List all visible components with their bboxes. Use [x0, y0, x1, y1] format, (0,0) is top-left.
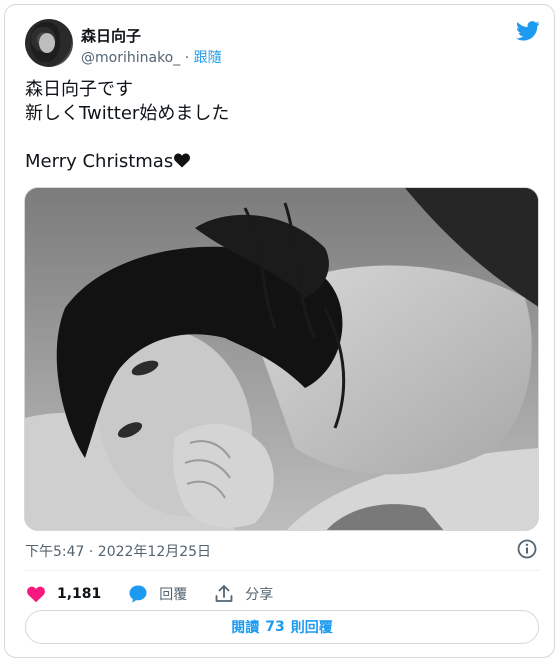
heart-icon: [27, 586, 45, 603]
tweet-card: 森日向子 @morihinako_ · 跟隨 森日向子です 新しくTwitter…: [4, 4, 555, 658]
follow-link[interactable]: 跟隨: [194, 50, 222, 66]
user-display-name[interactable]: 森日向子: [81, 25, 141, 46]
info-icon[interactable]: [516, 538, 538, 560]
read-replies-prefix: 閱讀: [231, 620, 260, 636]
tweet-photo[interactable]: [24, 187, 539, 531]
read-replies-button[interactable]: 閱讀 73 則回覆: [25, 610, 539, 644]
black-heart-icon: [174, 153, 191, 168]
reply-count: 73: [265, 619, 285, 635]
like-button[interactable]: 1,181: [25, 583, 101, 605]
like-count: 1,181: [57, 586, 102, 602]
action-bar: 1,181 回覆 分享: [25, 581, 299, 607]
user-handle[interactable]: @morihinako_: [81, 50, 180, 66]
user-handle-line: @morihinako_ · 跟隨: [81, 47, 222, 67]
tweet-line-1: 森日向子です: [25, 79, 133, 100]
tweet-timestamp[interactable]: 下午5:47 · 2022年12月25日: [25, 541, 211, 561]
tweet-line-2: 新しくTwitter始めました: [25, 103, 230, 124]
reply-button[interactable]: 回覆: [127, 583, 187, 605]
separator-dot: ·: [184, 50, 190, 66]
share-icon: [215, 585, 233, 602]
tweet-line-4-text: Merry Christmas: [25, 151, 174, 172]
share-button[interactable]: 分享: [213, 583, 273, 605]
tweet-text: 森日向子です 新しくTwitter始めました Merry Christmas: [25, 78, 535, 174]
divider: [25, 570, 540, 571]
reply-bubble-icon: [129, 585, 147, 603]
tweet-line-3: [25, 126, 535, 150]
share-label: 分享: [245, 587, 274, 603]
avatar[interactable]: [25, 19, 73, 67]
reply-label: 回覆: [159, 587, 188, 603]
tweet-line-4: Merry Christmas: [25, 150, 535, 174]
twitter-bird-icon[interactable]: [516, 21, 540, 41]
read-replies-suffix: 則回覆: [290, 620, 333, 636]
